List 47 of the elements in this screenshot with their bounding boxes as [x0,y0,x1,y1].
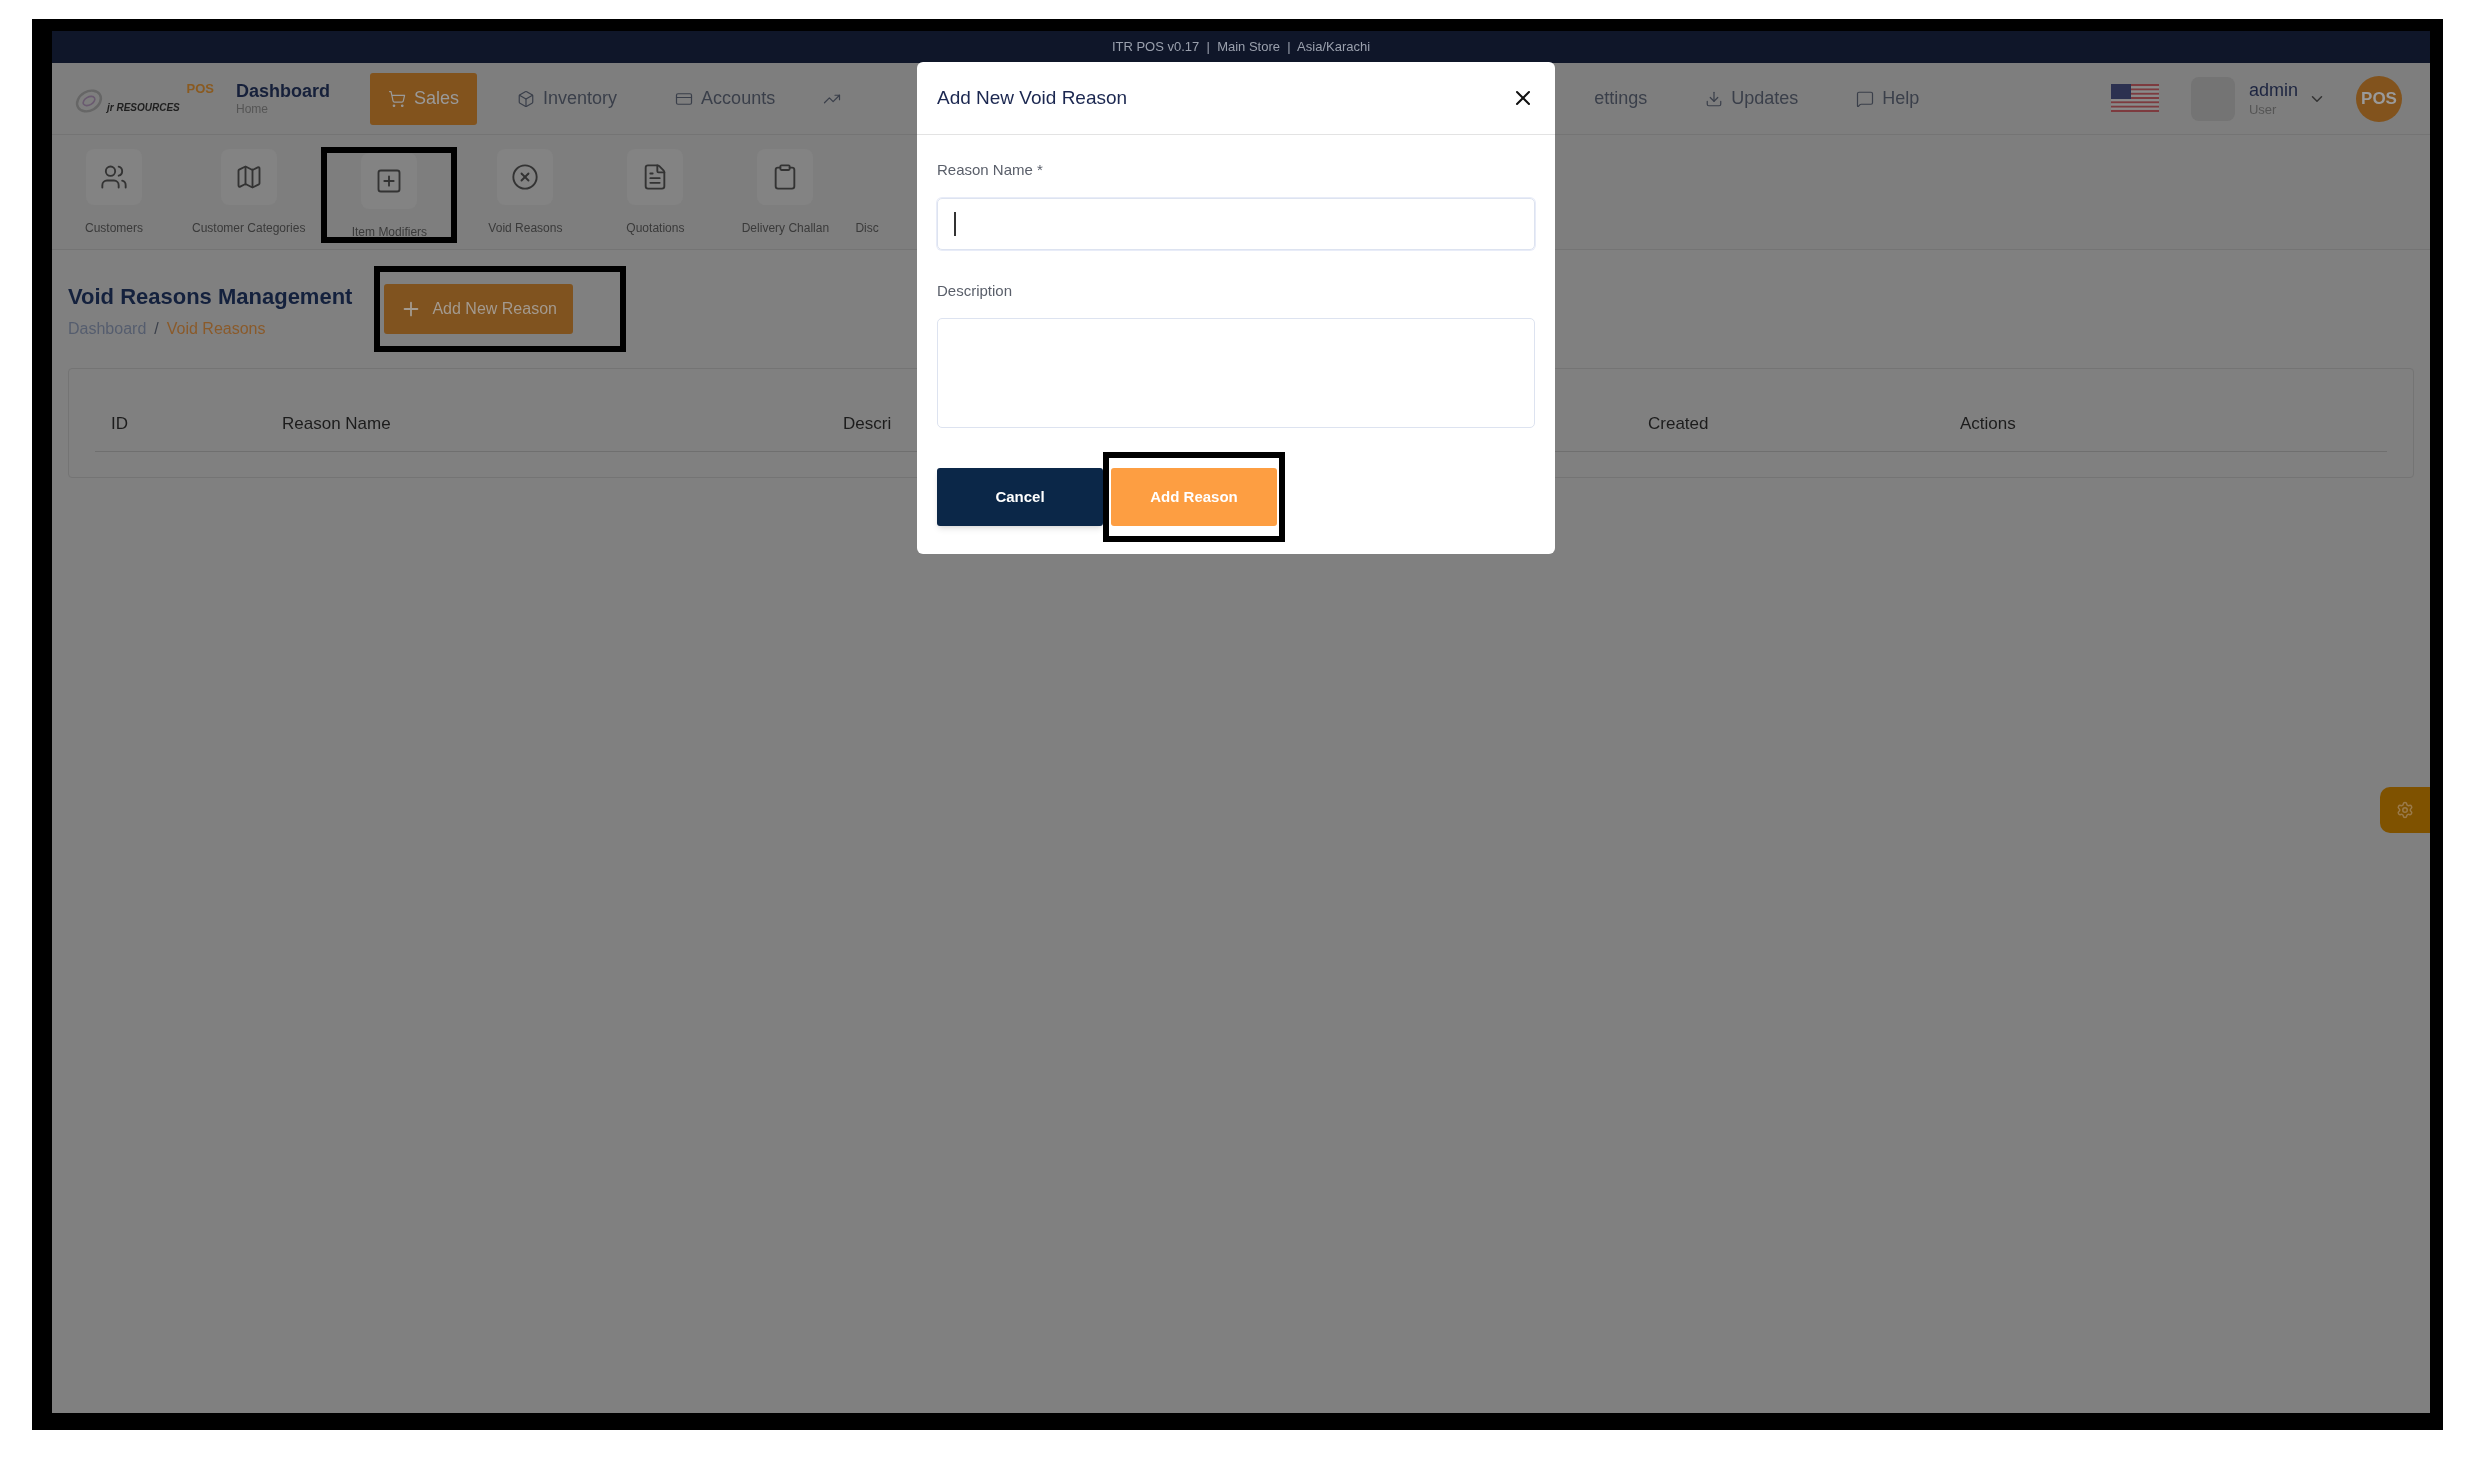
nav-title[interactable]: Dashboard [236,79,331,103]
column-header: Actions [1960,413,2016,435]
input-field[interactable] [937,197,1535,250]
modal-title: Add New Void Reason [937,85,1128,110]
field-label: Description [937,280,1014,301]
toolbar-item[interactable]: Void Reasons [463,149,588,237]
x-circle-icon [511,163,540,191]
logo[interactable]: jr RESOURCES POS [74,78,214,119]
nav-tab[interactable]: Help [1838,72,1938,125]
column-header: Descri [843,413,893,435]
download-icon [1705,89,1724,108]
settings-tab[interactable] [2380,787,2430,833]
user-avatar[interactable]: POS [2356,75,2402,122]
logo-text: jr RESOURCES [107,100,180,115]
logo-label: POS [186,79,214,98]
breadcrumb-link[interactable]: Void Reasons [166,317,266,341]
settings-icon [2396,801,2414,819]
status-text: ITR POS v0.17 | Main Store | Asia/Karachi [1111,38,1371,57]
box-icon [517,89,536,108]
user-name[interactable]: admin [2248,79,2298,102]
nav-tab[interactable]: ettings [1576,72,1666,125]
page-title: Void Reasons Management [68,283,353,311]
toolbar-item[interactable]: Quotations [593,149,718,237]
textarea-field[interactable] [937,318,1535,428]
nav-tab[interactable]: Inventory [499,72,636,125]
users-icon [100,163,128,191]
nav-tab[interactable]: Updates [1687,72,1817,125]
add-reason-button[interactable]: Add New Reason [384,284,573,334]
cancel-button[interactable]: Cancel [937,468,1103,526]
column-header: Reason Name [282,413,392,435]
toolbar-item[interactable]: Disc [853,149,914,237]
nav-tab[interactable]: Accounts [657,72,794,125]
submit-button[interactable]: Add Reason [1111,468,1277,526]
column-header: ID [110,413,129,435]
field-label: Reason Name * [937,160,1044,180]
column-header: Created [1648,413,1710,435]
nav-tab[interactable]: Sales [370,72,478,125]
text-cursor [954,211,956,236]
breadcrumb-separator: / [154,319,159,339]
flag-icon[interactable] [2110,83,2159,114]
toolbar-item[interactable]: Customers [52,149,176,237]
cart-icon [388,89,407,108]
toolbar-item[interactable]: Customer Categories [182,149,316,237]
toolbar-item[interactable]: Delivery Challan [723,149,848,237]
chat-icon [1856,89,1875,108]
logo-icon [74,86,104,115]
toolbar-item[interactable]: Item Modifiers [327,153,452,241]
